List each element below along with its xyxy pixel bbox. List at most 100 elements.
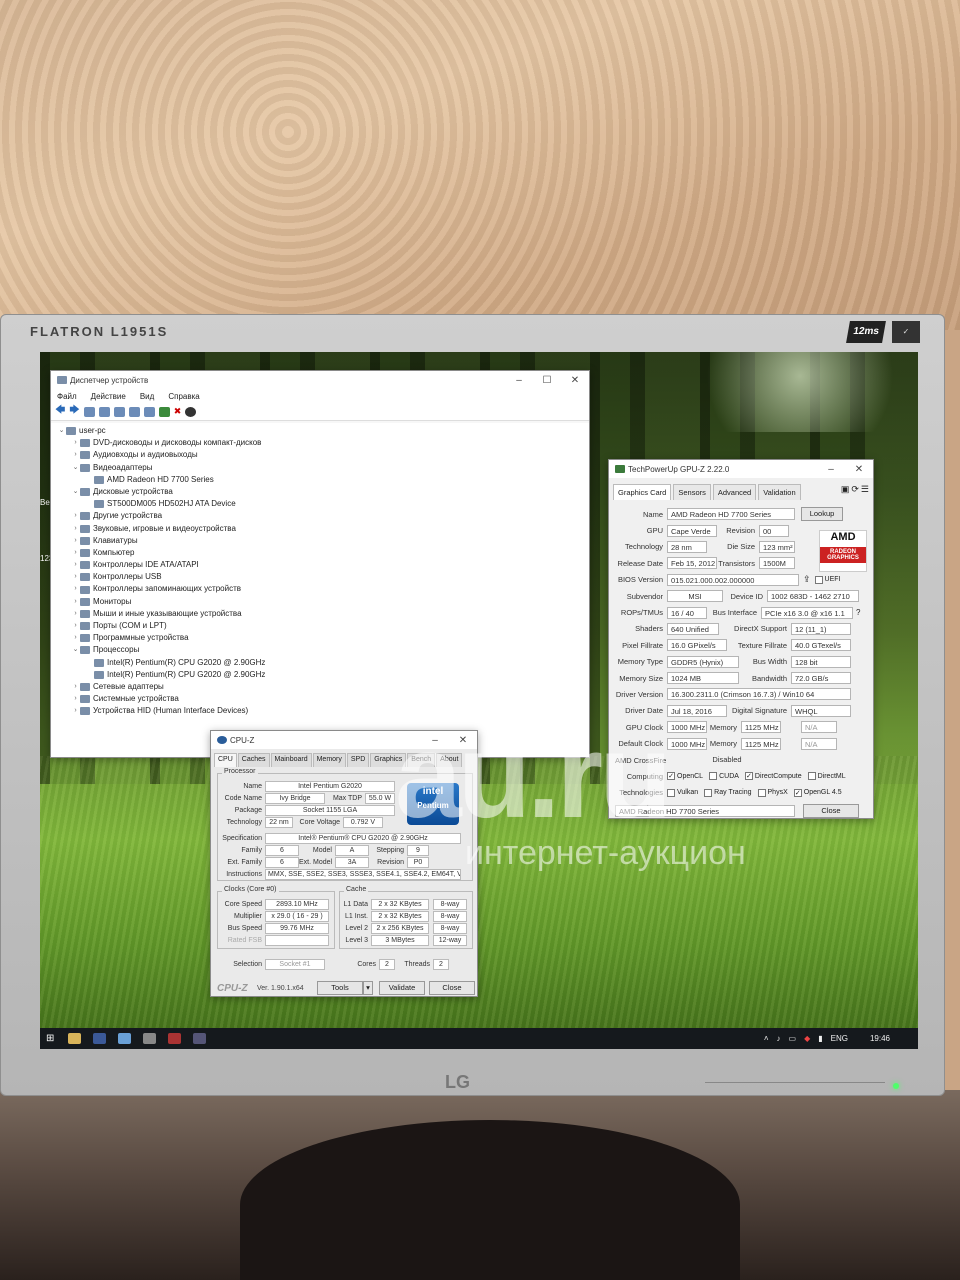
- device-manager-taskbar-icon[interactable]: [143, 1033, 157, 1044]
- chevron-right-icon[interactable]: ›: [71, 693, 80, 705]
- chevron-down-icon[interactable]: ⌄: [71, 644, 80, 656]
- refresh-icon[interactable]: ⟳: [851, 484, 859, 504]
- tree-item[interactable]: › Мониторы: [57, 596, 589, 608]
- tree-item[interactable]: › DVD-дисководы и дисководы компакт-диско…: [57, 437, 589, 449]
- cuda-checkbox[interactable]: [709, 772, 718, 781]
- tree-item[interactable]: › Мыши и иные указывающие устройства: [57, 608, 589, 620]
- directcompute-checkbox[interactable]: ✓: [744, 772, 753, 781]
- tree-item[interactable]: › Контроллеры USB: [57, 571, 589, 583]
- speaker-icon[interactable]: ♪: [777, 1034, 781, 1043]
- download-icon[interactable]: [185, 406, 197, 417]
- close-button[interactable]: Close: [429, 981, 475, 995]
- tree-item[interactable]: Intel(R) Pentium(R) CPU G2020 @ 2.90GHz: [57, 657, 589, 669]
- close-button[interactable]: Close: [803, 804, 859, 819]
- camera-icon[interactable]: ▣: [841, 484, 850, 504]
- tree-item[interactable]: › Системные устройства: [57, 693, 589, 705]
- monitor-buttons[interactable]: [705, 1082, 885, 1088]
- chevron-right-icon[interactable]: ›: [71, 449, 80, 461]
- physx-checkbox[interactable]: [757, 788, 766, 797]
- tree-item[interactable]: › Контроллеры IDE ATA/ATAPI: [57, 559, 589, 571]
- app-icon[interactable]: [93, 1033, 107, 1044]
- gpuz-titlebar[interactable]: TechPowerUp GPU-Z 2.22.0 – ✕: [609, 460, 873, 478]
- menu-file[interactable]: Файл: [57, 392, 77, 401]
- tab-sensors[interactable]: Sensors: [673, 484, 711, 500]
- chevron-right-icon[interactable]: ›: [71, 705, 80, 717]
- chevron-right-icon[interactable]: ›: [71, 547, 80, 559]
- amd-tray-icon[interactable]: ◆: [804, 1034, 810, 1043]
- lookup-button[interactable]: Lookup: [801, 507, 843, 522]
- chevron-down-icon[interactable]: ⌄: [71, 486, 80, 498]
- tree-item[interactable]: › Сетевые адаптеры: [57, 681, 589, 693]
- chevron-right-icon[interactable]: ›: [71, 608, 80, 620]
- maximize-icon[interactable]: ☐: [533, 375, 561, 386]
- directml-checkbox[interactable]: [807, 772, 816, 781]
- back-icon[interactable]: 🡄: [55, 403, 65, 420]
- show-icon[interactable]: [98, 406, 110, 417]
- minimize-icon[interactable]: –: [505, 375, 533, 386]
- chevron-right-icon[interactable]: ›: [71, 596, 80, 608]
- tools-button[interactable]: Tools: [317, 981, 363, 995]
- chevron-right-icon[interactable]: ›: [71, 535, 80, 547]
- chevron-right-icon[interactable]: ›: [71, 571, 80, 583]
- tree-item[interactable]: › Клавиатуры: [57, 535, 589, 547]
- opengl-checkbox[interactable]: ✓: [793, 788, 802, 797]
- add-device-icon[interactable]: [158, 406, 170, 417]
- network-icon[interactable]: ▭: [789, 1034, 797, 1043]
- tree-item[interactable]: › Контроллеры запоминающих устройств: [57, 583, 589, 595]
- tree-item[interactable]: › Компьютер: [57, 547, 589, 559]
- chevron-down-icon[interactable]: ⌄: [57, 425, 66, 437]
- menu-view[interactable]: Вид: [140, 392, 154, 401]
- tree-item[interactable]: › Порты (COM и LPT): [57, 620, 589, 632]
- start-icon[interactable]: ⊞: [46, 1033, 54, 1044]
- selection-dropdown[interactable]: Socket #1: [265, 959, 325, 970]
- close-icon[interactable]: ✕: [845, 464, 873, 475]
- close-icon[interactable]: ✕: [561, 375, 589, 386]
- chevron-right-icon[interactable]: ›: [71, 523, 80, 535]
- tab-spd[interactable]: SPD: [346, 753, 370, 767]
- battery-icon[interactable]: ▮: [818, 1034, 822, 1043]
- tab-graphics-card[interactable]: Graphics Card: [613, 484, 672, 500]
- tab-mainboard[interactable]: Mainboard: [270, 753, 312, 767]
- device-manager-titlebar[interactable]: Диспетчер устройств – ☐ ✕: [51, 371, 589, 389]
- chevron-right-icon[interactable]: ›: [71, 583, 80, 595]
- help-icon[interactable]: [113, 406, 125, 417]
- chevron-right-icon[interactable]: ›: [71, 437, 80, 449]
- menu-action[interactable]: Действие: [91, 392, 126, 401]
- monitor-icon[interactable]: [143, 406, 155, 417]
- validate-button[interactable]: Validate: [379, 981, 425, 995]
- chevron-up-icon[interactable]: ˄: [764, 1034, 769, 1043]
- tab-cpu[interactable]: CPU: [214, 753, 237, 767]
- chevron-right-icon[interactable]: ›: [71, 510, 80, 522]
- explorer-icon[interactable]: [68, 1033, 82, 1044]
- gpuz-taskbar-icon[interactable]: [168, 1033, 182, 1044]
- tools-dropdown-icon[interactable]: ▾: [363, 981, 373, 995]
- tree-item[interactable]: › Программные устройства: [57, 632, 589, 644]
- tree-item[interactable]: › Звуковые, игровые и видеоустройства: [57, 523, 589, 535]
- tab-caches[interactable]: Caches: [237, 753, 270, 767]
- tab-advanced[interactable]: Advanced: [712, 484, 757, 500]
- chevron-right-icon[interactable]: ›: [71, 620, 80, 632]
- minimize-icon[interactable]: –: [817, 464, 845, 475]
- tree-item[interactable]: ⌄ user-pc: [57, 425, 589, 437]
- tree-item[interactable]: ST500DM005 HD502HJ ATA Device: [57, 498, 589, 510]
- forward-icon[interactable]: 🡆: [69, 403, 79, 420]
- tree-item[interactable]: ⌄ Видеоадаптеры: [57, 462, 589, 474]
- uninstall-icon[interactable]: ✖: [174, 406, 182, 417]
- tree-item[interactable]: › Аудиовходы и аудиовыходы: [57, 449, 589, 461]
- tree-item[interactable]: › Другие устройства: [57, 510, 589, 522]
- chevron-right-icon[interactable]: ›: [71, 681, 80, 693]
- raytracing-checkbox[interactable]: [704, 788, 713, 797]
- tree-item[interactable]: AMD Radeon HD 7700 Series: [57, 474, 589, 486]
- menu-help[interactable]: Справка: [168, 392, 199, 401]
- menu-icon[interactable]: ☰: [861, 484, 869, 504]
- chevron-down-icon[interactable]: ⌄: [71, 462, 80, 474]
- tab-memory[interactable]: Memory: [312, 753, 346, 767]
- tab-validation[interactable]: Validation: [758, 484, 801, 500]
- tree-item[interactable]: ⌄ Процессоры: [57, 644, 589, 656]
- properties-icon[interactable]: [83, 406, 95, 417]
- tree-item[interactable]: Intel(R) Pentium(R) CPU G2020 @ 2.90GHz: [57, 669, 589, 681]
- language-indicator[interactable]: ENG: [831, 1034, 848, 1043]
- chevron-right-icon[interactable]: ›: [71, 632, 80, 644]
- share-icon[interactable]: ⇪: [803, 574, 811, 585]
- update-driver-icon[interactable]: [128, 406, 140, 417]
